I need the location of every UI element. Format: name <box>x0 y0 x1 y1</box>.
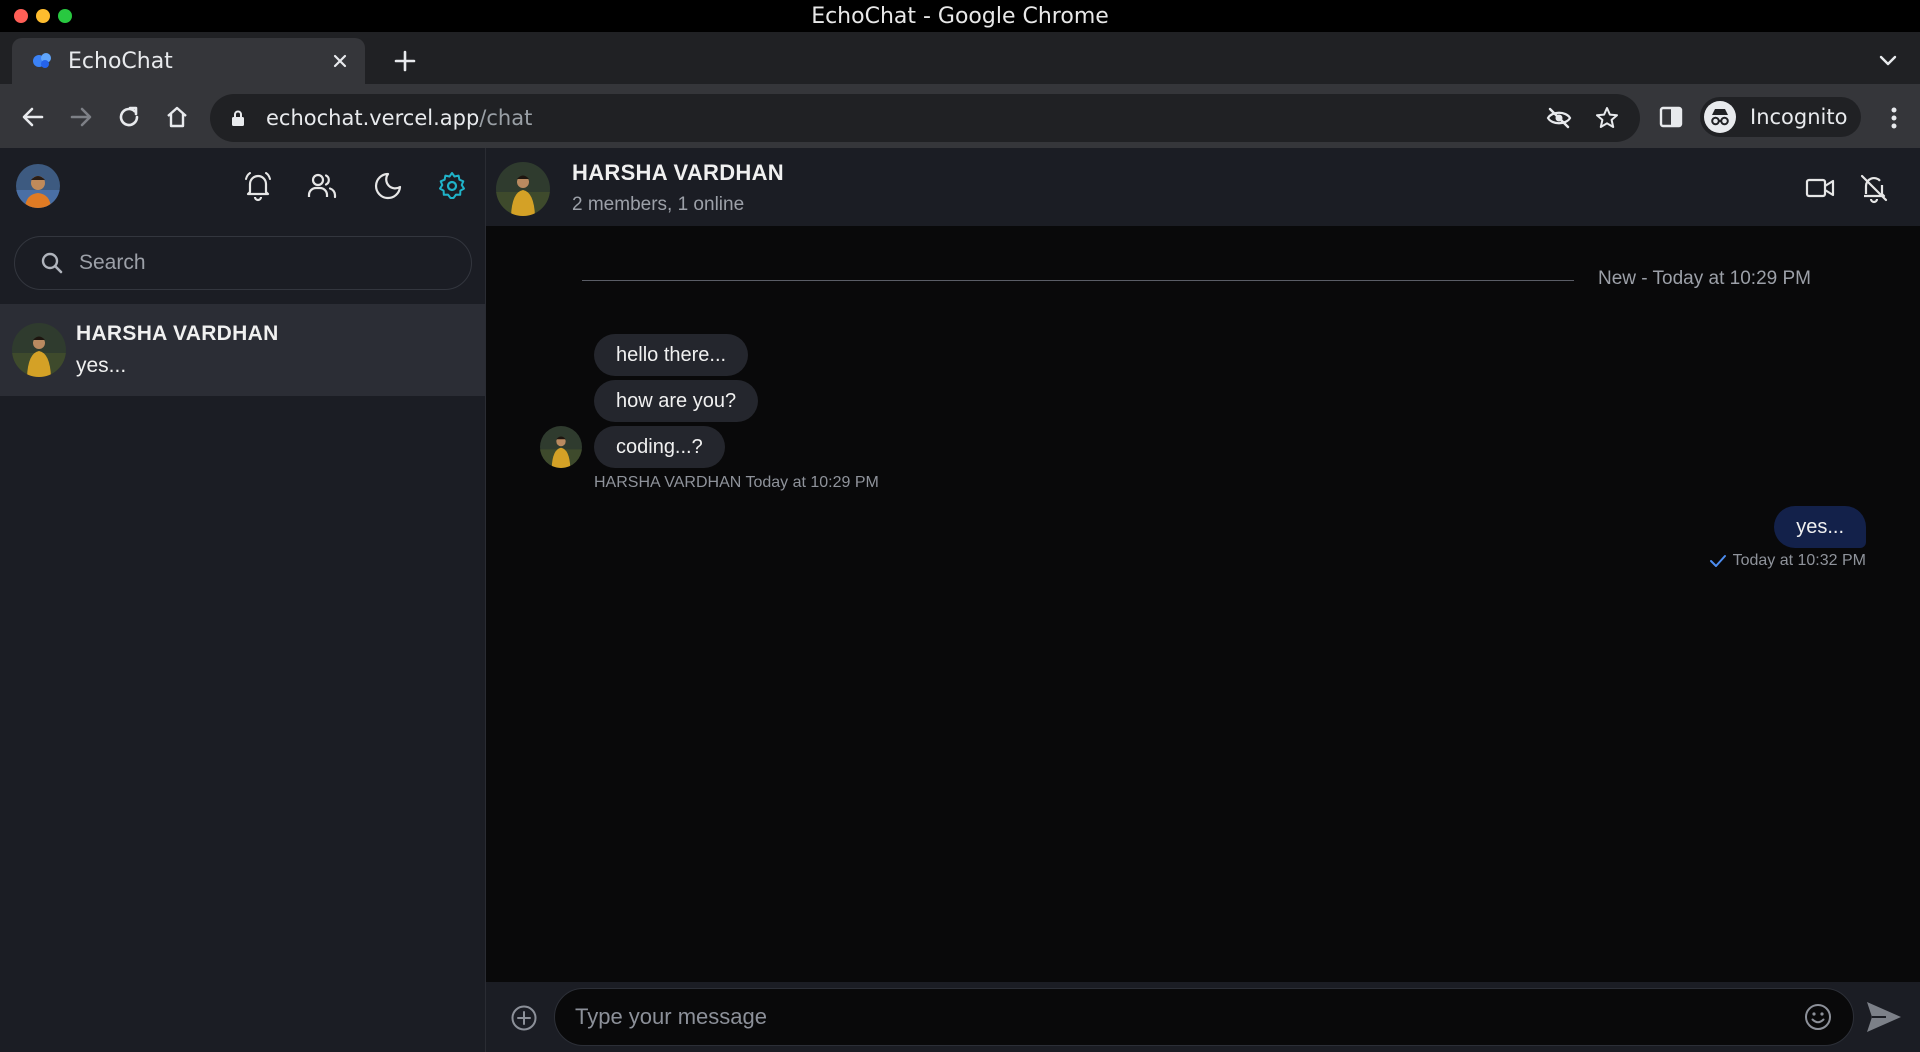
tracking-protection-eye-off-icon[interactable] <box>1546 105 1572 131</box>
window-title: EchoChat - Google Chrome <box>811 3 1109 29</box>
browser-toolbar: echochat.vercel.app/chat Incognito <box>0 84 1920 148</box>
chat-header: HARSHA VARDHAN 2 members, 1 online <box>486 148 1920 226</box>
search-input[interactable] <box>79 251 459 275</box>
sidebar: HARSHA VARDHAN yes... <box>0 148 486 1052</box>
bell-off-icon[interactable] <box>1858 172 1890 204</box>
search-icon <box>41 252 63 274</box>
conversation-last-message: yes... <box>76 354 127 377</box>
new-messages-divider <box>582 280 1574 281</box>
url-host: echochat.vercel.app <box>266 106 480 130</box>
tab-close-icon[interactable] <box>329 50 351 72</box>
new-messages-label: New - Today at 10:29 PM <box>1598 268 1811 289</box>
outgoing-message-meta: Today at 10:32 PM <box>1709 552 1866 570</box>
send-icon[interactable] <box>1864 998 1904 1036</box>
moon-icon[interactable] <box>372 170 404 202</box>
url-path: /chat <box>479 106 533 130</box>
window-titlebar: EchoChat - Google Chrome <box>0 0 1920 32</box>
users-icon[interactable] <box>306 170 338 202</box>
echochat-app: HARSHA VARDHAN yes... HARSHA VARDHAN 2 m… <box>0 148 1920 1052</box>
new-tab-plus-icon[interactable] <box>392 48 418 74</box>
address-bar[interactable]: echochat.vercel.app/chat <box>210 94 1640 142</box>
incoming-message[interactable]: how are you? <box>594 380 759 422</box>
back-arrow-icon[interactable] <box>20 104 46 130</box>
message-composer <box>486 982 1920 1052</box>
chat-header-name: HARSHA VARDHAN <box>572 160 784 185</box>
outgoing-message[interactable]: yes... <box>1774 506 1866 548</box>
bookmark-star-icon[interactable] <box>1594 105 1620 131</box>
tab-strip: EchoChat <box>0 32 1920 84</box>
lock-icon <box>232 110 244 126</box>
emoji-icon[interactable] <box>1803 1002 1833 1032</box>
message-input[interactable] <box>575 1004 1803 1030</box>
conversation-avatar <box>12 323 66 377</box>
chat-header-avatar[interactable] <box>496 162 550 216</box>
incoming-message[interactable]: hello there... <box>594 334 749 376</box>
echochat-favicon-icon <box>33 53 51 68</box>
window-controls <box>14 9 72 23</box>
bell-icon[interactable] <box>242 170 274 202</box>
tab-title: EchoChat <box>68 48 173 74</box>
incognito-profile-chip[interactable]: Incognito <box>1700 97 1862 137</box>
sender-avatar[interactable] <box>540 426 582 468</box>
message-input-box[interactable] <box>554 988 1854 1046</box>
search-box[interactable] <box>14 236 472 290</box>
my-avatar[interactable] <box>16 164 60 208</box>
window-minimize-button[interactable] <box>36 9 50 23</box>
delivered-check-icon <box>1709 555 1726 567</box>
window-maximize-button[interactable] <box>58 9 72 23</box>
tab-search-chevron-icon[interactable] <box>1878 52 1898 68</box>
home-icon[interactable] <box>164 104 190 130</box>
chrome-menu-icon[interactable] <box>1890 106 1898 130</box>
incoming-message[interactable]: coding...? <box>594 426 725 468</box>
chat-header-status: 2 members, 1 online <box>572 194 745 215</box>
forward-arrow-icon[interactable] <box>68 104 94 130</box>
sidebar-header <box>0 148 485 226</box>
url-text[interactable]: echochat.vercel.app/chat <box>266 106 1524 130</box>
incognito-avatar <box>1704 101 1736 133</box>
window-close-button[interactable] <box>14 9 28 23</box>
incognito-icon <box>1711 109 1729 126</box>
side-panel-icon[interactable] <box>1658 104 1684 130</box>
plus-circle-icon[interactable] <box>510 1004 538 1032</box>
conversation-name: HARSHA VARDHAN <box>76 322 279 345</box>
incoming-message-meta: HARSHA VARDHAN Today at 10:29 PM <box>594 474 879 491</box>
video-icon[interactable] <box>1804 172 1836 204</box>
reload-icon[interactable] <box>116 104 142 130</box>
conversation-item[interactable]: HARSHA VARDHAN yes... <box>0 304 485 396</box>
browser-tab[interactable]: EchoChat <box>12 38 365 84</box>
chat-panel: HARSHA VARDHAN 2 members, 1 online New -… <box>486 148 1920 1052</box>
outgoing-message-time: Today at 10:32 PM <box>1732 552 1866 569</box>
conversation-text: HARSHA VARDHAN yes... <box>76 322 279 378</box>
incognito-label: Incognito <box>1750 105 1848 129</box>
gear-icon[interactable] <box>436 170 468 202</box>
